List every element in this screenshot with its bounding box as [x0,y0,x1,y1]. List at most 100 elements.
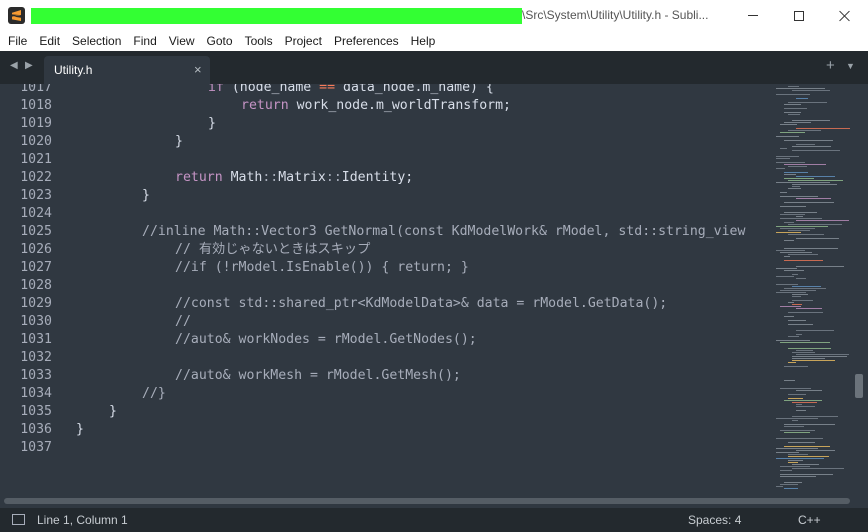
code-line[interactable]: //inline Math::Vector3 GetNormal(const K… [76,223,745,241]
editor-area[interactable]: 1017 1018 1019 1020 1021 1022 1023 1024 1025 1026… [0,84,868,494]
minimap[interactable] [772,84,868,494]
minimap-line [788,130,821,131]
menu-selection[interactable]: Selection [66,31,127,51]
code-line[interactable]: } [76,421,84,439]
minimap-line [784,112,801,113]
minimap-line [776,340,810,341]
menu-goto[interactable]: Goto [201,31,239,51]
menu-project[interactable]: Project [279,31,328,51]
tab-list-icon[interactable]: ▼ [846,61,855,71]
close-button[interactable] [822,0,868,31]
sublime-text-app-icon [8,7,25,24]
minimap-line [792,468,844,469]
minimap-line [784,178,814,179]
minimap-line [796,266,844,267]
code-token: :: [262,170,279,185]
menu-preferences[interactable]: Preferences [328,31,405,51]
code-line[interactable]: // [76,313,191,331]
minimap-line [776,136,799,137]
minimap-line [796,450,835,451]
code-line[interactable]: // 有効じゃないときはスキップ [76,241,370,259]
minimap-line [780,228,815,229]
menu-help[interactable]: Help [405,31,442,51]
minimap-line [780,306,801,307]
minimap-line [784,222,794,223]
minimap-line [780,132,805,133]
panel-toggle-icon[interactable] [12,514,25,525]
maximize-button[interactable] [776,0,822,31]
code-line[interactable]: //auto& workNodes = rModel.GetNodes(); [76,331,477,349]
minimize-button[interactable] [730,0,776,31]
minimap-line [788,336,799,337]
code-token: Matrix [278,170,326,185]
minimap-line [796,406,815,407]
line-number: 1026 [20,242,52,257]
vertical-scrollbar-thumb[interactable] [855,374,863,398]
minimap-line [784,164,826,165]
menu-file[interactable]: File [2,31,33,51]
menu-view[interactable]: View [163,31,201,51]
code-token: //auto& workMesh = rModel.GetMesh(); [175,368,461,383]
minimap-line [788,394,806,395]
menu-edit[interactable]: Edit [33,31,66,51]
minimap-line [780,476,816,477]
minimap-line [788,362,796,363]
minimap-line [784,256,790,257]
minimap-line [784,380,795,381]
code-token: data_node.m_name) { [335,84,494,95]
minimap-line [776,182,830,183]
minimap-line [784,426,804,427]
minimap-line [788,166,807,167]
tab-prev-icon[interactable]: ◀ [10,60,18,71]
minimap-line [788,320,806,321]
tab-next-icon[interactable]: ▶ [25,60,33,71]
line-number: 1034 [20,386,52,401]
code-line[interactable]: return work_node.m_worldTransform; [76,97,511,115]
syntax-setting[interactable]: C++ [798,513,821,527]
code-line[interactable]: } [76,187,150,205]
code-token: if [208,84,224,95]
minimap-line [796,98,808,99]
minimap-line [796,354,849,355]
code-token: :: [325,170,342,185]
horizontal-scrollbar[interactable] [0,494,868,508]
new-tab-icon[interactable]: + [826,57,835,74]
minimap-line [792,304,802,305]
code-line[interactable]: //const std::shared_ptr<KdModelData>& da… [76,295,667,313]
indentation-setting[interactable]: Spaces: 4 [688,513,741,527]
horizontal-scrollbar-thumb[interactable] [4,498,850,504]
minimize-icon [748,15,758,16]
menu-find[interactable]: Find [127,31,162,51]
tab-close-icon[interactable]: × [194,62,202,77]
code-line[interactable]: if (node_name == data_node.m_name) { [76,84,494,97]
line-number: 1021 [20,152,52,167]
minimap-line [784,424,835,425]
code-line[interactable]: } [76,115,216,133]
code-line[interactable]: } [76,133,183,151]
menu-tools[interactable]: Tools [239,31,279,51]
code-line[interactable]: //} [76,385,166,403]
minimap-line [792,358,825,359]
window-title: \Src\System\Utility\Utility.h - Subli... [522,8,709,22]
minimap-line [788,114,800,115]
code-line[interactable]: } [76,403,117,421]
minimap-line [780,466,810,467]
menu-bar: File Edit Selection Find View Goto Tools… [0,31,868,51]
code-line[interactable]: //if (!rModel.IsEnable()) { return; } [76,259,469,277]
tab-utility-h[interactable]: Utility.h × [44,56,210,84]
minimap-line [796,216,803,217]
code-view[interactable]: if (node_name == data_node.m_name) {retu… [60,84,772,494]
minimap-line [784,288,826,289]
code-token: Identity; [341,170,414,185]
minimap-line [784,488,798,489]
code-line[interactable]: //auto& workMesh = rModel.GetMesh(); [76,367,461,385]
minimap-line [788,230,810,231]
minimap-line [792,274,798,275]
code-line[interactable]: return Math::Matrix::Identity; [76,169,413,187]
minimap-line [784,248,838,249]
line-number: 1036 [20,422,52,437]
minimap-line [780,474,833,475]
minimap-line [784,432,810,433]
minimap-line [780,218,822,219]
minimap-line [780,148,787,149]
